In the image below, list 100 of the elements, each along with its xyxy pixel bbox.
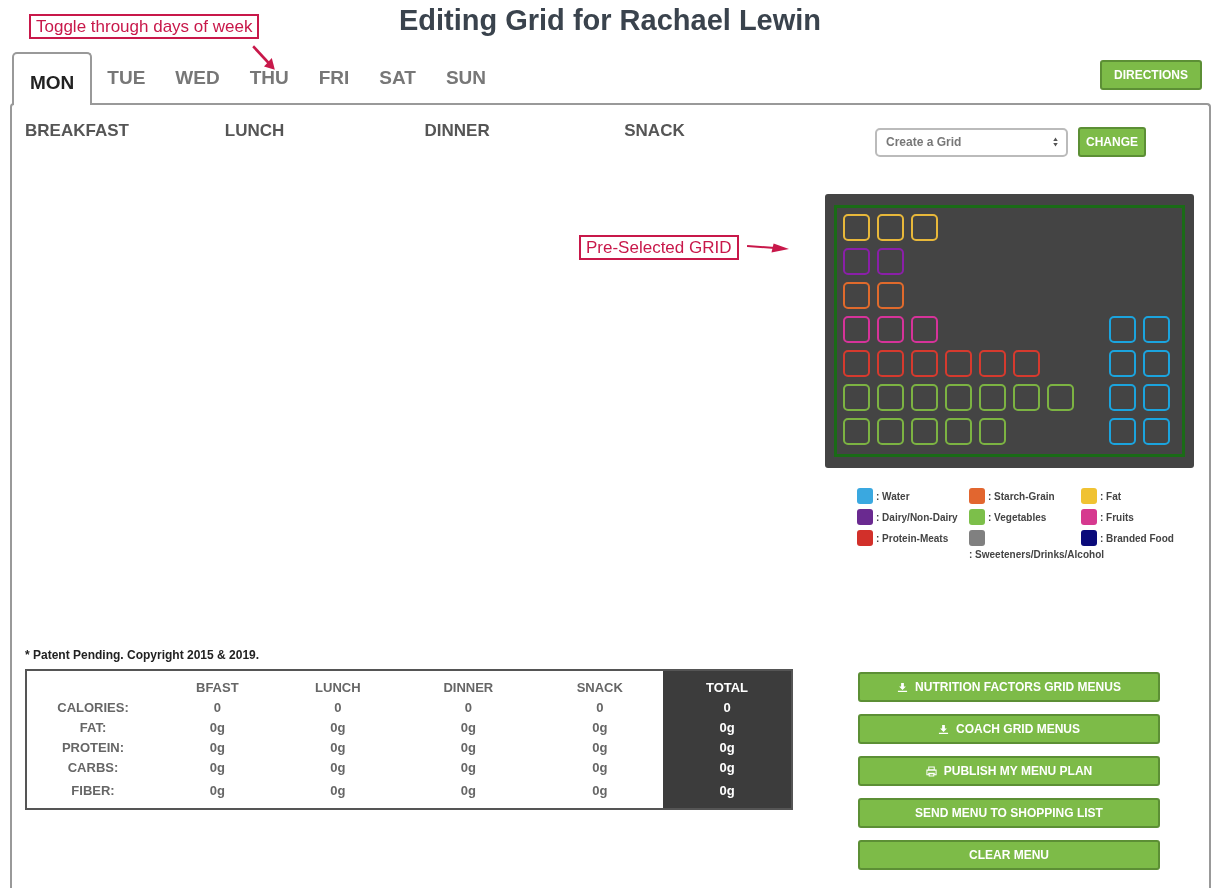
legend-label: : Starch-Grain	[988, 490, 1055, 502]
grid-slot[interactable]	[877, 384, 904, 411]
table-cell-text: 0g	[459, 718, 477, 737]
change-button[interactable]: CHANGE	[1078, 127, 1146, 157]
grid-select[interactable]: Create a Grid	[875, 127, 1068, 157]
table-cell-text: 0g	[459, 758, 477, 777]
table-cell-text: 0g	[329, 718, 347, 737]
copyright-note: * Patent Pending. Copyright 2015 & 2019.	[25, 648, 261, 662]
grid-slot[interactable]	[945, 418, 972, 445]
grid-slot[interactable]	[1109, 350, 1136, 377]
grid-slot[interactable]	[1109, 418, 1136, 445]
grid-slot[interactable]	[979, 418, 1006, 445]
table-cell-text: 0g	[329, 738, 347, 757]
action-button[interactable]: NUTRITION FACTORS GRID MENUS	[858, 672, 1160, 702]
table-cell: 0g	[663, 777, 791, 808]
printer-icon	[925, 765, 937, 777]
day-tab[interactable]: FRI	[303, 52, 365, 103]
table-cell: 0	[536, 697, 663, 717]
day-tab[interactable]: SUN	[430, 52, 502, 103]
grid-slot[interactable]	[979, 384, 1006, 411]
column-header: SNACK	[536, 671, 663, 697]
table-cell-text: 0	[212, 698, 222, 717]
action-button[interactable]: COACH GRID MENUS	[858, 714, 1160, 744]
legend-label: : Branded Food	[1100, 532, 1174, 544]
legend-label: : Vegetables	[988, 511, 1047, 523]
grid-slot[interactable]	[1109, 316, 1136, 343]
grid-slot[interactable]	[1047, 384, 1074, 411]
download-icon	[897, 681, 909, 693]
legend-label: : Water	[876, 490, 910, 502]
column-header: TOTAL	[663, 671, 791, 697]
table-cell: 0g	[536, 717, 663, 737]
table-cell: 0g	[663, 737, 791, 757]
day-tab[interactable]: SAT	[364, 52, 431, 103]
table-cell-text: 0g	[208, 781, 226, 800]
day-tab[interactable]: THU	[234, 52, 304, 103]
grid-slot[interactable]	[1143, 384, 1170, 411]
table-cell: 0g	[536, 737, 663, 757]
legend-label: : Protein-Meats	[876, 532, 949, 544]
table-cell-text: 0g	[459, 738, 477, 757]
row-label: PROTEIN:	[60, 738, 126, 757]
grid-slot[interactable]	[843, 418, 870, 445]
column-header: DINNER	[442, 678, 495, 697]
meal-heading: SNACK	[624, 121, 686, 141]
grid-slot[interactable]	[843, 384, 870, 411]
table-cell-text: 0g	[329, 781, 347, 800]
day-tab[interactable]: WED	[160, 52, 235, 103]
table-cell-text: 0g	[329, 758, 347, 777]
page-title: Editing Grid for Rachael Lewin	[397, 3, 822, 38]
grid-slot[interactable]	[911, 418, 938, 445]
grid-slot[interactable]	[911, 316, 938, 343]
annotation-label: Toggle through days of week	[29, 14, 260, 39]
updown-icon	[1051, 136, 1060, 148]
table-cell-text: 0g	[208, 718, 226, 737]
grid-slot[interactable]	[877, 418, 904, 445]
legend-label: : Fat	[1100, 490, 1122, 502]
row-label: CALORIES:	[56, 698, 130, 717]
annotation-label: Pre-Selected GRID	[579, 235, 739, 260]
row-label: FIBER:	[70, 781, 116, 800]
download-icon	[938, 723, 949, 735]
grid-slot[interactable]	[1143, 418, 1170, 445]
grid-slot[interactable]	[877, 214, 904, 241]
grid-slot[interactable]	[911, 214, 938, 241]
annotation-arrow	[746, 242, 789, 253]
annotation-arrow	[251, 44, 277, 72]
grid-slot[interactable]	[843, 282, 870, 309]
meal-heading: DINNER	[424, 121, 491, 141]
table-cell-text: 0g	[208, 758, 226, 777]
row-label: FAT:	[78, 718, 108, 737]
column-header: LUNCH	[314, 678, 362, 697]
grid-slot[interactable]	[945, 384, 972, 411]
grid-slot[interactable]	[877, 316, 904, 343]
action-button[interactable]: CLEAR MENU	[858, 840, 1160, 870]
meal-heading: LUNCH	[224, 121, 286, 141]
grid-slot[interactable]	[1143, 350, 1170, 377]
grid-slot[interactable]	[1109, 384, 1136, 411]
legend-label: : Dairy/Non-Dairy	[876, 511, 958, 523]
legend-label: : Fruits	[1100, 511, 1134, 523]
grid-slot[interactable]	[1013, 384, 1040, 411]
row-label: CARBS:	[66, 758, 120, 777]
table-cell: 0	[663, 697, 791, 717]
day-tab[interactable]: TUE	[92, 52, 161, 103]
legend-label: : Sweeteners/Drinks/Alcohol	[969, 549, 1105, 560]
table-cell-text: 0	[463, 698, 473, 717]
table-cell: 0g	[536, 777, 663, 808]
table-cell-text: 0g	[208, 738, 226, 757]
grid-slot[interactable]	[911, 384, 938, 411]
table-cell: 0g	[663, 717, 791, 737]
day-tab[interactable]: MON	[12, 52, 93, 105]
action-button[interactable]: PUBLISH MY MENU PLAN	[858, 756, 1160, 786]
action-button[interactable]: SEND MENU TO SHOPPING LIST	[858, 798, 1160, 828]
grid-slot[interactable]	[843, 316, 870, 343]
table-cell: 0g	[663, 757, 791, 777]
table-cell: 0g	[536, 757, 663, 777]
table-cell-text: 0	[333, 698, 343, 717]
grid-slot[interactable]	[1143, 316, 1170, 343]
column-header: BFAST	[195, 678, 240, 697]
meal-heading: BREAKFAST	[25, 121, 130, 141]
grid-slot[interactable]	[843, 214, 870, 241]
grid-slot[interactable]	[877, 282, 904, 309]
directions-button[interactable]: DIRECTIONS	[1100, 60, 1202, 90]
